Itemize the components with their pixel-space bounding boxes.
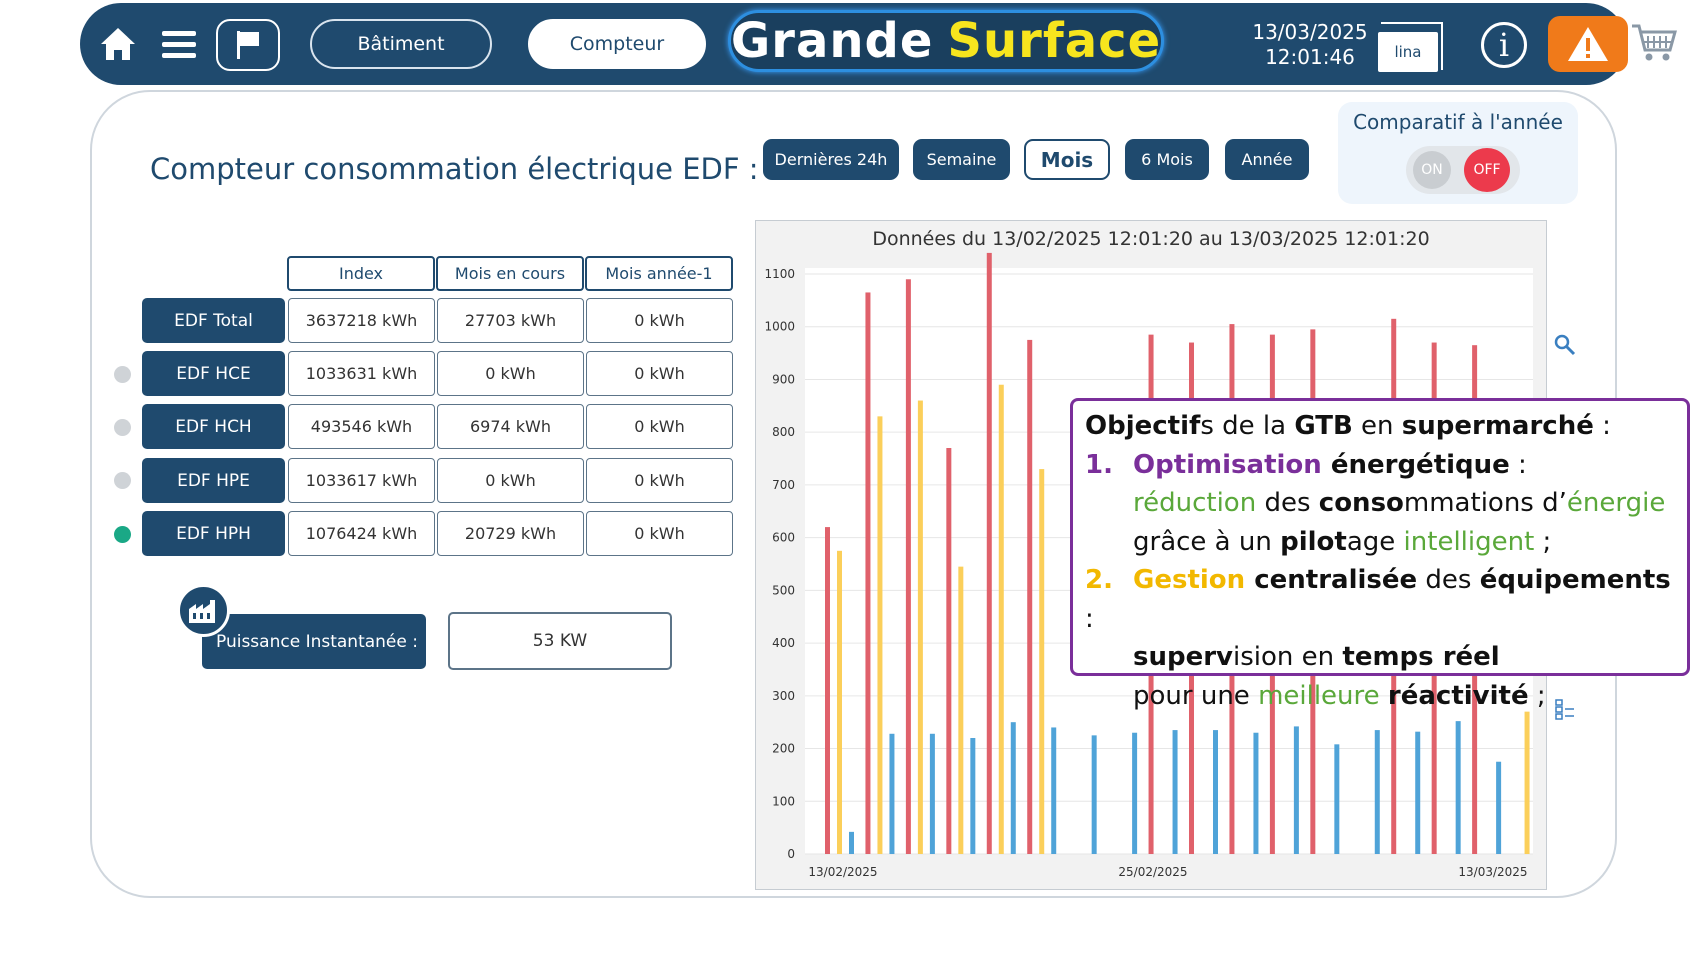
callout-item-2: 2. Gestion centralisée des équipements : bbox=[1085, 565, 1671, 634]
chart-bar bbox=[1524, 711, 1530, 854]
y-tick-label: 300 bbox=[772, 689, 795, 703]
factory-icon bbox=[177, 584, 230, 637]
chart-bar bbox=[877, 416, 883, 854]
callout-item-1: 1. Optimisation énergétique : bbox=[1085, 449, 1527, 480]
callout-line: pour une meilleure réactivité ; bbox=[1133, 680, 1546, 711]
y-tick-label: 700 bbox=[772, 478, 795, 492]
chart-bar bbox=[958, 566, 964, 854]
chart-bar bbox=[889, 733, 895, 854]
callout-line: réduction des consommations d’énergie bbox=[1133, 488, 1666, 518]
x-tick-label: 13/02/2025 bbox=[808, 865, 877, 879]
chart-bar bbox=[1039, 469, 1045, 854]
callout-line: grâce à un pilotage intelligent ; bbox=[1133, 526, 1552, 557]
y-tick-label: 100 bbox=[772, 794, 795, 808]
callout-line: supervision en temps réel bbox=[1133, 642, 1500, 672]
y-tick-label: 400 bbox=[772, 636, 795, 650]
chart-bar bbox=[1455, 721, 1461, 854]
chart-bar bbox=[986, 252, 992, 855]
chart-bar bbox=[825, 527, 830, 854]
chart-bar bbox=[837, 550, 842, 854]
callout-heading: Objectifs de la GTB en supermarché : bbox=[1085, 411, 1611, 441]
y-tick-label: 1100 bbox=[764, 267, 795, 281]
chart-bar bbox=[998, 384, 1004, 854]
y-tick-label: 800 bbox=[772, 425, 795, 439]
chart-bar bbox=[1010, 722, 1016, 854]
chart-bar bbox=[1293, 726, 1299, 854]
x-tick-label: 25/02/2025 bbox=[1118, 865, 1187, 879]
y-tick-label: 500 bbox=[772, 583, 795, 597]
chart-bar bbox=[1027, 339, 1033, 855]
chart-bar bbox=[1172, 730, 1178, 854]
y-tick-label: 200 bbox=[772, 742, 795, 756]
chart-bar bbox=[946, 448, 952, 854]
gtb-objectives-callout: Objectifs de la GTB en supermarché : 1. O… bbox=[1070, 398, 1690, 711]
chart-bar bbox=[1091, 735, 1097, 854]
chart-bar bbox=[1253, 732, 1259, 854]
chart-bar bbox=[1051, 727, 1057, 854]
chart-bar bbox=[1213, 730, 1218, 854]
x-tick-label: 13/03/2025 bbox=[1458, 865, 1527, 879]
y-tick-label: 900 bbox=[772, 372, 795, 386]
y-tick-label: 0 bbox=[787, 847, 795, 861]
y-tick-label: 1000 bbox=[764, 320, 795, 334]
chart-bar bbox=[917, 400, 923, 854]
chart-bar bbox=[865, 292, 871, 854]
y-tick-label: 600 bbox=[772, 531, 795, 545]
chart-bar bbox=[1496, 761, 1502, 854]
chart-bar bbox=[849, 831, 854, 854]
chart-bar bbox=[1374, 730, 1380, 854]
chart-bar bbox=[1415, 731, 1421, 854]
chart-bar bbox=[1132, 732, 1138, 854]
chart-bar bbox=[1334, 744, 1340, 854]
chart-bar bbox=[970, 738, 976, 854]
chart-bar bbox=[929, 733, 935, 854]
zoom-icon[interactable] bbox=[1554, 334, 1576, 360]
chart-bar bbox=[905, 279, 911, 855]
